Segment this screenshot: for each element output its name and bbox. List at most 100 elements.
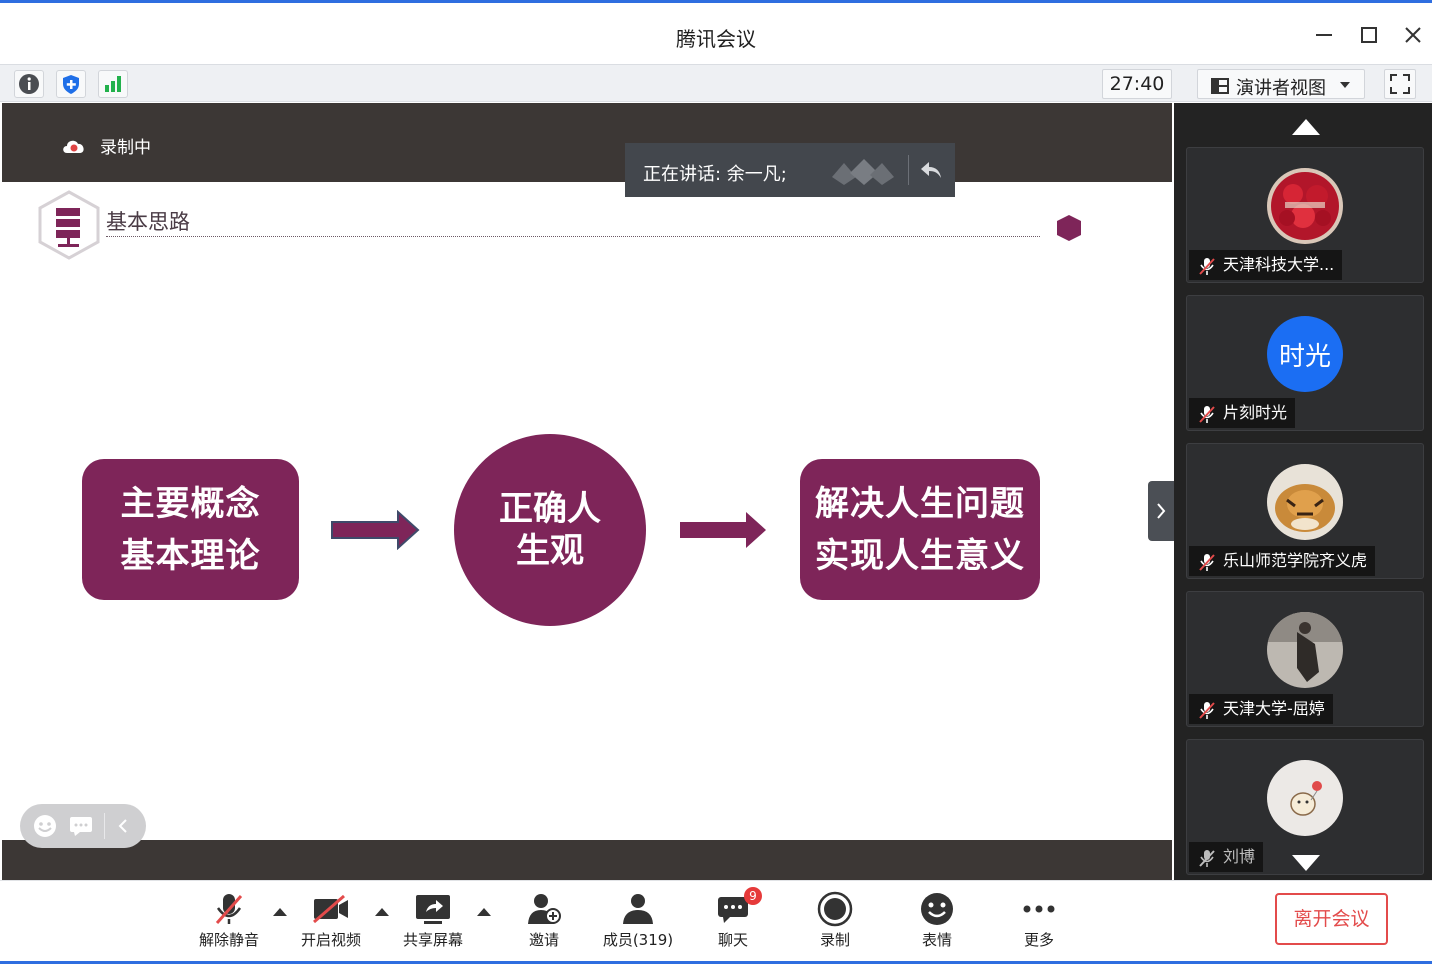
emoji-icon[interactable]	[32, 813, 58, 839]
fullscreen-icon	[1390, 74, 1410, 94]
circle-line-1: 正确人	[499, 489, 601, 529]
avatar: 时光	[1267, 316, 1343, 392]
invite-button[interactable]: 邀请	[499, 889, 589, 950]
view-mode-dropdown[interactable]: 演讲者视图	[1197, 69, 1365, 99]
camera-off-icon	[313, 894, 348, 924]
mic-muted-icon	[215, 894, 243, 924]
mic-muted-icon	[1199, 406, 1215, 423]
mic-muted-icon	[1199, 554, 1215, 571]
toolbar-divider	[104, 813, 105, 839]
mic-muted-icon	[1199, 258, 1215, 275]
record-button[interactable]: 录制	[790, 889, 880, 950]
speaker-view-icon	[1211, 78, 1229, 94]
share-screen-button[interactable]: 共享屏幕	[388, 889, 478, 950]
scroll-up-icon[interactable]	[1292, 119, 1320, 135]
video-options-icon[interactable]	[375, 908, 389, 916]
outcome-line-2: 实现人生意义	[815, 535, 1025, 576]
participant-name: 乐山师范学院齐义虎	[1189, 546, 1376, 576]
signal-icon	[105, 76, 121, 92]
concept-line-2: 基本理论	[120, 535, 261, 576]
speaking-divider	[908, 155, 909, 185]
recording-indicator: 录制中	[60, 133, 151, 158]
leave-meeting-button[interactable]: 离开会议	[1275, 893, 1388, 945]
shield-icon	[63, 75, 79, 94]
security-button[interactable]	[56, 70, 86, 98]
record-icon	[817, 891, 853, 927]
smile-icon	[921, 893, 953, 925]
minimize-icon	[1316, 34, 1332, 36]
info-icon	[19, 74, 39, 94]
recording-label: 录制中	[100, 138, 151, 158]
more-icon	[1023, 905, 1055, 913]
collapse-sidebar-button[interactable]	[1148, 481, 1174, 541]
core-circle: 正确人 生观	[454, 434, 646, 626]
users-icon	[623, 894, 653, 924]
meeting-info-button[interactable]	[14, 70, 44, 98]
comment-icon[interactable]	[68, 814, 94, 838]
participant-tile[interactable]: 天津大学-屈婷	[1186, 591, 1424, 727]
avatar	[1267, 464, 1343, 540]
window-title: 腾讯会议	[676, 27, 756, 51]
presentation-slide: 基本思路 主要概念 基本理论 正确人 生观 解决人生问题 实现人生意义	[2, 182, 1172, 848]
close-icon	[1405, 27, 1421, 43]
meeting-toolbar: 27:40 演讲者视图	[0, 64, 1432, 102]
mic-muted-icon	[1199, 850, 1215, 867]
network-status-button[interactable]	[98, 70, 128, 98]
minimize-button[interactable]	[1310, 21, 1338, 49]
voice-wave-icon	[832, 159, 894, 185]
meeting-window: 腾讯会议 27:40 演讲者视图 录制中 基本思路 主要概念 基本理论 正确人 …	[0, 0, 1432, 964]
chevron-right-icon	[1157, 503, 1166, 519]
maximize-button[interactable]	[1355, 21, 1383, 49]
start-video-button[interactable]: 开启视频	[286, 889, 376, 950]
slide-header-icon	[38, 190, 100, 260]
fullscreen-button[interactable]	[1384, 69, 1416, 99]
participant-tile[interactable]: 时光 片刻时光	[1186, 295, 1424, 431]
add-user-icon	[528, 894, 561, 924]
slide-title: 基本思路	[106, 210, 190, 234]
cloud-record-icon	[63, 140, 84, 153]
share-screen-icon	[416, 895, 450, 924]
circle-line-2: 生观	[516, 531, 584, 571]
title-divider	[106, 236, 1040, 237]
view-mode-label: 演讲者视图	[1236, 78, 1326, 99]
meeting-controls: 解除静音 开启视频 共享屏幕 邀请 成员(319) 9 聊天 录制 表情 更多 …	[0, 880, 1432, 964]
outcome-box: 解决人生问题 实现人生意义	[800, 459, 1040, 600]
audio-options-icon[interactable]	[273, 908, 287, 916]
avatar	[1267, 612, 1343, 688]
participant-name: 天津大学-屈婷	[1189, 694, 1333, 724]
close-button[interactable]	[1399, 21, 1427, 49]
participant-name: 片刻时光	[1189, 398, 1296, 428]
hexagon-decoration	[1057, 215, 1081, 241]
members-button[interactable]: 成员(319)	[593, 889, 683, 950]
speaking-text: 正在讲话: 余一凡;	[643, 164, 787, 185]
participant-name: 天津科技大学...	[1189, 250, 1343, 280]
participant-name: 刘博	[1189, 842, 1264, 872]
avatar	[1267, 168, 1343, 244]
title-bar: 腾讯会议	[0, 0, 1432, 64]
reaction-button[interactable]: 表情	[892, 889, 982, 950]
participant-tile[interactable]: 天津科技大学...	[1186, 147, 1424, 283]
reaction-toolbar	[20, 804, 146, 848]
speaking-indicator: 正在讲话: 余一凡;	[625, 143, 955, 197]
maximize-icon	[1361, 27, 1377, 43]
concept-line-1: 主要概念	[120, 483, 261, 524]
meeting-timer: 27:40	[1102, 69, 1172, 99]
avatar	[1267, 760, 1343, 836]
share-options-icon[interactable]	[477, 908, 491, 916]
arrow-right-icon	[680, 512, 766, 548]
concept-box: 主要概念 基本理论	[82, 459, 299, 600]
reply-icon[interactable]	[919, 159, 943, 181]
chevron-down-icon	[1340, 82, 1350, 88]
unread-badge: 9	[744, 887, 762, 905]
chat-button[interactable]: 9 聊天	[688, 887, 778, 950]
arrow-right-icon	[331, 510, 420, 550]
screen-share-area: 录制中 基本思路 主要概念 基本理论 正确人 生观 解决人生问题 实现人生意义 …	[2, 103, 1174, 880]
collapse-left-icon[interactable]	[115, 816, 131, 836]
unmute-button[interactable]: 解除静音	[184, 889, 274, 950]
scroll-down-icon[interactable]	[1292, 855, 1320, 871]
participant-video-panel: 天津科技大学... 时光 片刻时光 乐山师范学院齐义虎 天津大学-屈婷 刘博	[1174, 103, 1432, 880]
mic-muted-icon	[1199, 702, 1215, 719]
more-button[interactable]: 更多	[994, 889, 1084, 950]
participant-tile[interactable]: 乐山师范学院齐义虎	[1186, 443, 1424, 579]
outcome-line-1: 解决人生问题	[815, 483, 1025, 524]
